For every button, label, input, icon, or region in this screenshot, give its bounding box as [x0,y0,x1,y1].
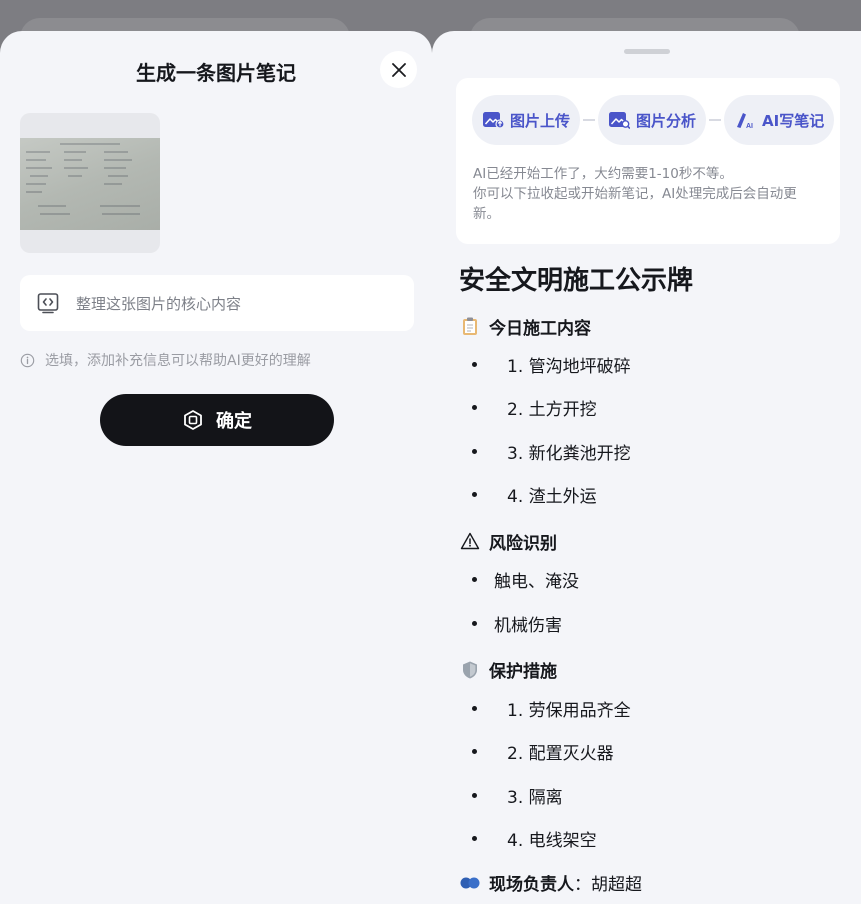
section-title: 保护措施 [489,662,557,683]
status-line: AI已经开始工作了，大约需要1-10秒不等。 [473,166,733,182]
manager-label: 现场负责人 [489,875,574,896]
status-message: AI已经开始工作了，大约需要1-10秒不等。 你可以下拉收起或开始新笔记，AI处… [473,164,823,224]
hint-row: 选填，添加补充信息可以帮助AI更好的理解 [20,350,311,370]
note-title: 安全文明施工公示牌 [459,266,694,296]
close-button[interactable] [380,51,417,88]
list-item-text: 3. 隔离 [507,787,563,808]
ai-pen-icon: AI [737,113,753,130]
list-item: 触电、淹没 [459,558,849,601]
prompt-placeholder: 整理这张图片的核心内容 [76,294,242,313]
step-label: AI写笔记 [762,111,825,130]
uploaded-photo [20,138,160,230]
list-item: 3. 隔离 [459,773,849,816]
progress-card: 图片上传 图片分析 AI AI写笔记 AI已经开始工作了，大约需要1-10秒不等… [456,78,840,244]
list-item: 1. 劳保用品齐全 [459,687,849,730]
generated-note: 安全文明施工公示牌 今日施工内容 1. 管沟地坪破碎 2. 土方开挖 3. 新化… [459,261,849,900]
step-image-upload: 图片上传 [472,95,581,145]
warning-icon [459,530,481,552]
list-item: 1. 管沟地坪破碎 [459,343,849,386]
prompt-input[interactable]: 整理这张图片的核心内容 [20,275,414,331]
list-item: 2. 土方开挖 [459,386,849,429]
manager-name: 胡超超 [591,875,642,896]
list-item: 4. 电线架空 [459,817,849,860]
people-icon [459,872,481,894]
list-item: 4. 渣土外运 [459,473,849,516]
list-item-text: 2. 配置灭火器 [507,744,614,765]
create-note-sheet: 生成一条图片笔记 整理这张图片的核心内容 选填，添加补充信息可以帮助AI更好的理… [0,31,432,904]
list-item-text: 2. 土方开挖 [507,400,597,421]
bullet [472,835,477,841]
section-heading: 风险识别 [459,524,849,558]
bullet [472,749,477,755]
image-upload-icon [483,112,504,129]
bullet [472,492,477,498]
section-title: 今日施工内容 [489,318,591,339]
step-label: 图片分析 [636,111,697,130]
step-connector [583,119,596,121]
list-item-text: 3. 新化粪池开挖 [507,443,631,464]
list-item-text: 4. 渣土外运 [507,487,597,508]
step-connector [709,119,722,121]
list-item-text: 机械伤害 [494,615,562,636]
status-line: 你可以下拉收起或开始新笔记，AI处理完成后会自动更新。 [473,186,797,222]
list-item: 机械伤害 [459,601,849,644]
bullet [472,577,477,583]
section-heading: 今日施工内容 [459,309,849,343]
handwriting-drawing [26,143,140,215]
step-image-analyze: 图片分析 [598,95,707,145]
step-ai-write: AI AI写笔记 [724,95,835,145]
clipboard-icon [459,315,481,337]
step-label: 图片上传 [510,111,571,130]
site-manager-line: 现场负责人 ： 胡超超 [459,866,849,900]
hint-text: 选填，添加补充信息可以帮助AI更好的理解 [45,353,311,369]
list-item: 2. 配置灭火器 [459,730,849,773]
image-thumbnail[interactable] [20,113,160,253]
list-item-text: 1. 管沟地坪破碎 [507,357,631,378]
colon: ： [574,875,591,896]
bullet [472,405,477,411]
drag-handle[interactable] [624,49,670,54]
bullet [472,705,477,711]
confirm-button[interactable]: 确定 [100,394,334,446]
bullet [472,448,477,454]
ai-sparkle-icon [184,410,202,430]
shield-icon [459,659,481,681]
progress-steps: 图片上传 图片分析 AI AI写笔记 [472,95,835,145]
confirm-label: 确定 [216,411,252,432]
sheet-title: 生成一条图片笔记 [136,61,296,85]
section-heading: 保护措施 [459,653,849,687]
image-analyze-icon [609,112,631,129]
note-result-sheet: 图片上传 图片分析 AI AI写笔记 AI已经开始工作了，大约需要1-10秒不等… [432,31,861,904]
bullet [472,362,477,368]
list-item: 3. 新化粪池开挖 [459,430,849,473]
list-item-text: 1. 劳保用品齐全 [507,700,631,721]
list-item-text: 触电、淹没 [494,572,579,593]
bullet [472,620,477,626]
code-bracket-icon [37,293,59,314]
list-item-text: 4. 电线架空 [507,830,597,851]
close-icon [391,62,406,77]
svg-text:AI: AI [746,123,753,130]
section-title: 风险识别 [489,533,557,554]
info-icon [20,353,35,367]
bullet [472,792,477,798]
